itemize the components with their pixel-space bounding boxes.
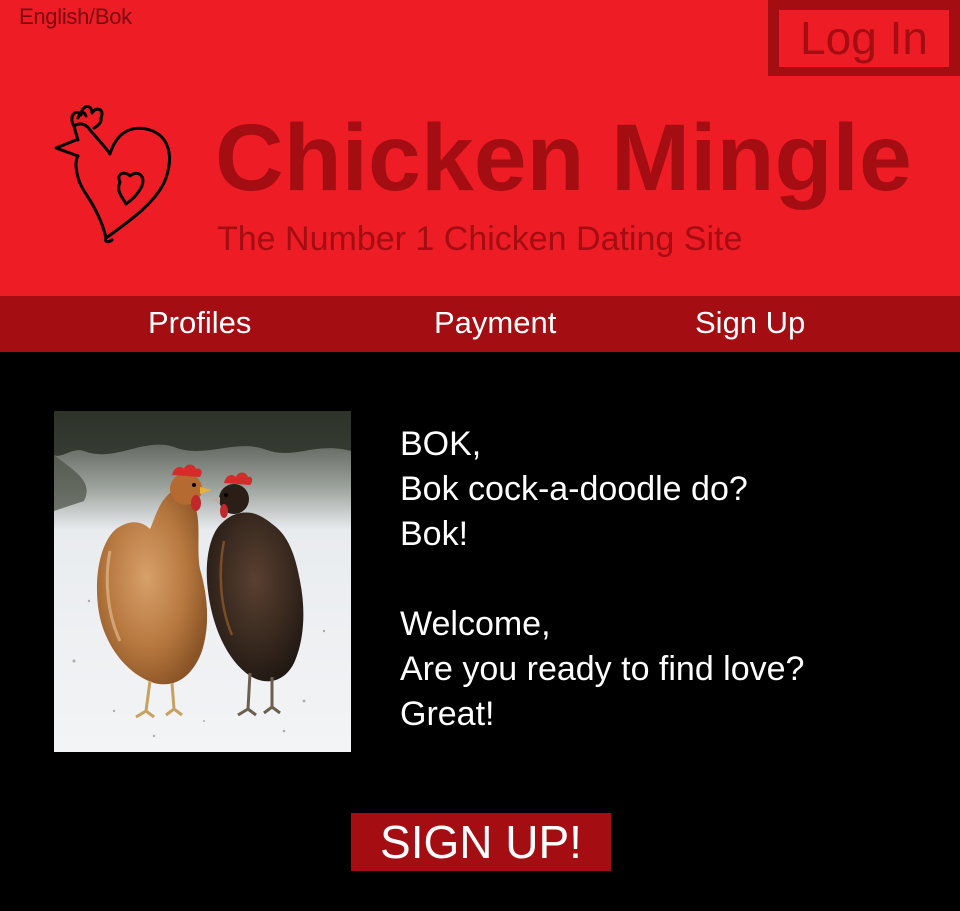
nav-item-sign-up[interactable]: Sign Up — [695, 296, 805, 352]
nav-item-profiles[interactable]: Profiles — [148, 296, 251, 352]
language-toggle[interactable]: English/Bok — [19, 4, 132, 30]
login-button[interactable]: Log In — [779, 10, 949, 67]
welcome-line: Great! — [400, 695, 495, 733]
chickens-photo — [54, 411, 351, 752]
main-content: BOK, Bok cock-a-doodle do? Bok! Welcome,… — [0, 352, 960, 911]
greeting-line: Bok cock-a-doodle do? — [400, 470, 748, 508]
site-title: Chicken Mingle — [215, 105, 912, 211]
nav-item-payment[interactable]: Payment — [434, 296, 556, 352]
site-header: English/Bok Log In Chicken Mingle The Nu… — [0, 0, 960, 296]
greeting-line: BOK, — [400, 425, 482, 463]
main-nav: Profiles Payment Sign Up — [0, 296, 960, 352]
site-tagline: The Number 1 Chicken Dating Site — [217, 220, 743, 258]
chicken-heart-logo-icon — [50, 96, 210, 246]
welcome-line: Welcome, — [400, 605, 551, 643]
sign-up-cta-button[interactable]: SIGN UP! — [351, 813, 611, 871]
welcome-line: Are you ready to find love? — [400, 650, 805, 688]
greeting-line: Bok! — [400, 515, 469, 553]
intro-text: BOK, Bok cock-a-doodle do? Bok! Welcome,… — [400, 422, 940, 737]
